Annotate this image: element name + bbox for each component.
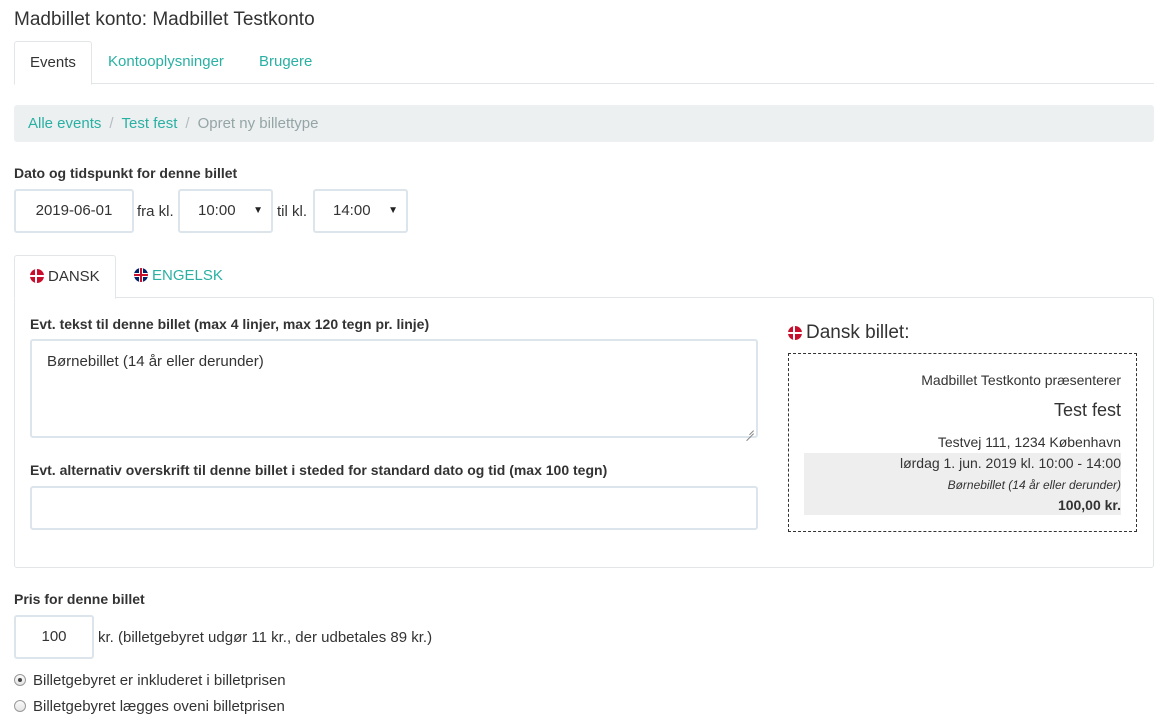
top-tab-bar: Events Kontooplysninger Brugere	[14, 41, 1154, 85]
ticket-price: 100,00 kr.	[1057, 497, 1121, 513]
date-input[interactable]: 2019-06-01	[14, 189, 134, 233]
radio-checked-icon[interactable]	[14, 674, 26, 686]
chevron-down-icon: ▼	[253, 205, 263, 216]
fee-option-added[interactable]: Billetgebyret lægges oveni billetprisen	[14, 698, 285, 715]
danish-flag-icon	[788, 326, 802, 340]
from-label: fra kl.	[137, 203, 174, 220]
tab-brugere[interactable]: Brugere	[244, 41, 327, 84]
radio-unchecked-icon[interactable]	[14, 700, 26, 712]
price-info: kr. (billetgebyret udgør 11 kr., der udb…	[98, 629, 433, 646]
ticket-presenter: Madbillet Testkonto præsenterer	[921, 372, 1121, 388]
to-time-select[interactable]: 14:00 ▼	[313, 189, 408, 233]
ticket-event-name: Test fest	[1053, 400, 1121, 420]
breadcrumb: Alle events / Test fest / Opret ny billettyp…	[14, 105, 1154, 142]
fee-option-included[interactable]: Billetgebyret er inkluderet i billetpris…	[14, 672, 286, 689]
uk-flag-icon	[134, 268, 148, 282]
tab-dansk-label: DANSK	[48, 268, 100, 285]
fee-option-added-label: Billetgebyret lægges oveni billetprisen	[33, 698, 285, 715]
price-input[interactable]: 100	[14, 615, 94, 659]
ticket-text-label: Evt. tekst til denne billet (max 4 linje…	[30, 316, 430, 332]
date-time-label: Dato og tidspunkt for denne billet	[14, 165, 238, 181]
page-title: Madbillet konto: Madbillet Testkonto	[14, 9, 315, 30]
danish-flag-icon	[30, 269, 44, 283]
language-tab-bar: DANSK ENGELSK	[14, 255, 1154, 299]
tab-engelsk[interactable]: ENGELSK	[119, 255, 238, 298]
breadcrumb-current: Opret ny billettype	[197, 115, 319, 132]
tab-engelsk-label: ENGELSK	[152, 267, 223, 284]
ticket-address: Testvej 111, 1234 København	[937, 434, 1121, 450]
ticket-text-textarea[interactable]: Børnebillet (14 år eller derunder)	[30, 339, 758, 438]
tab-kontooplysninger[interactable]: Kontooplysninger	[93, 41, 239, 84]
ticket-preview-title: Dansk billet:	[788, 322, 910, 344]
tab-dansk[interactable]: DANSK	[14, 255, 116, 299]
price-label: Pris for denne billet	[14, 591, 145, 607]
breadcrumb-separator: /	[109, 115, 114, 132]
tab-events[interactable]: Events	[14, 41, 92, 85]
to-label: til kl.	[277, 203, 307, 220]
breadcrumb-alle-events[interactable]: Alle events	[28, 115, 101, 132]
ticket-text-value: Børnebillet (14 år eller derunder)	[47, 353, 264, 370]
breadcrumb-test-fest[interactable]: Test fest	[122, 115, 178, 132]
ticket-text: Børnebillet (14 år eller derunder)	[947, 478, 1121, 492]
ticket-datetime: lørdag 1. jun. 2019 kl. 10:00 - 14:00	[899, 455, 1121, 471]
ticket-preview-title-text: Dansk billet:	[806, 322, 910, 343]
alt-heading-input[interactable]	[30, 486, 758, 530]
from-time-value: 10:00	[198, 202, 236, 219]
from-time-select[interactable]: 10:00 ▼	[178, 189, 273, 233]
breadcrumb-separator: /	[185, 115, 190, 132]
to-time-value: 14:00	[333, 202, 371, 219]
chevron-down-icon: ▼	[388, 205, 398, 216]
fee-option-included-label: Billetgebyret er inkluderet i billetpris…	[33, 672, 286, 689]
resize-handle-icon[interactable]	[744, 424, 754, 434]
ticket-preview: Madbillet Testkonto præsenterer Test fes…	[788, 353, 1137, 532]
alt-heading-label: Evt. alternativ overskrift til denne bil…	[30, 462, 608, 478]
